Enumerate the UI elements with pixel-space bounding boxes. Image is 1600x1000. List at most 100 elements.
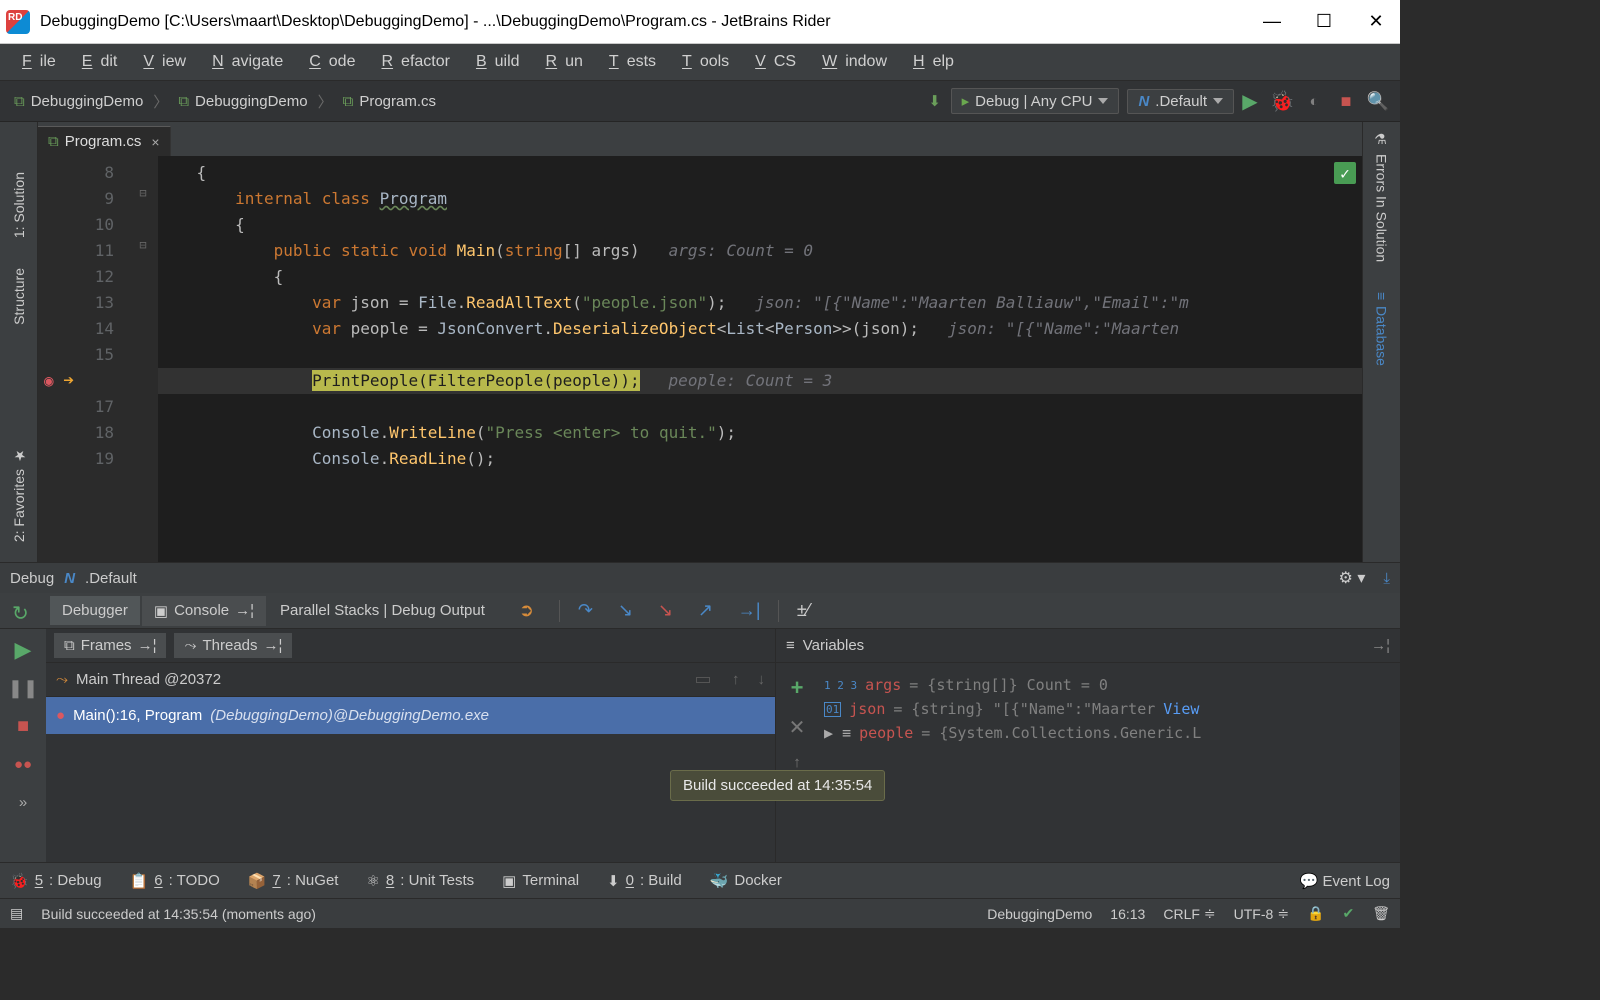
breadcrumb[interactable]: ⧉ DebuggingDemo [6, 93, 151, 110]
pause-button[interactable]: ❚❚ [12, 677, 34, 699]
run-target-combo[interactable]: N .Default [1127, 89, 1234, 114]
debug-config: .Default [85, 570, 137, 587]
menu-tests[interactable]: Tests [593, 49, 664, 75]
build-icon[interactable]: ⬇ [925, 91, 945, 111]
close-icon[interactable]: × [151, 134, 159, 150]
maximize-button[interactable]: ☐ [1314, 12, 1334, 32]
gear-icon[interactable]: ⚙ ▾ [1339, 568, 1366, 588]
tab-console[interactable]: ▣ Console →¦ [142, 596, 266, 626]
bottom-tool-0--build[interactable]: ⬇ 0: Build [607, 872, 682, 890]
rerun-icon[interactable]: ↻ [12, 601, 29, 626]
menu-bar: FileEditViewNavigateCodeRefactorBuildRun… [0, 44, 1400, 80]
minimize-button[interactable]: — [1262, 12, 1282, 32]
step-over-icon[interactable]: ↷ [578, 600, 600, 622]
window-title: DebuggingDemo [C:\Users\maart\Desktop\De… [40, 13, 1262, 31]
menu-build[interactable]: Build [460, 49, 528, 75]
menu-run[interactable]: Run [530, 49, 591, 75]
stop-button[interactable]: ■ [1336, 91, 1356, 111]
variables-title: Variables [803, 637, 864, 654]
nav-up-icon[interactable]: ↑ [732, 671, 740, 688]
status-lock-icon[interactable]: 🔒 [1307, 905, 1324, 922]
menu-tools[interactable]: Tools [666, 49, 737, 75]
event-log[interactable]: 💬 Event Log [1300, 872, 1390, 890]
inspection-ok-icon[interactable]: ✓ [1334, 162, 1356, 184]
more-button[interactable]: » [12, 791, 34, 813]
run-button[interactable]: ▶ [1240, 91, 1260, 111]
debug-button[interactable]: 🐞 [1272, 91, 1292, 111]
nav-down-icon[interactable]: ↓ [758, 671, 766, 688]
add-watch-icon[interactable]: + [791, 675, 804, 701]
variable-row[interactable]: 1 2 3 args = {string[]} Count = 0 [824, 673, 1394, 697]
tool-errors[interactable]: ⚗ Errors In Solution [1374, 132, 1390, 262]
force-step-into-icon[interactable]: ↘ [658, 600, 680, 622]
menu-navigate[interactable]: Navigate [196, 49, 291, 75]
bottom-tool-5--debug[interactable]: 🐞 5: Debug [10, 872, 102, 890]
status-ok-icon[interactable]: ✔ [1342, 905, 1354, 922]
step-into-icon[interactable]: ↘ [618, 600, 640, 622]
resume-button[interactable]: ▶ [12, 639, 34, 661]
step-out-icon[interactable]: ↗ [698, 600, 720, 622]
build-tooltip: Build succeeded at 14:35:54 [670, 770, 885, 801]
thread-label: Main Thread @20372 [76, 671, 221, 688]
build-config-combo[interactable]: ▸ Debug | Any CPU [951, 88, 1120, 114]
remove-watch-icon[interactable]: ✕ [789, 715, 806, 740]
tool-favorites[interactable]: 2: Favorites ★ [11, 447, 27, 542]
status-eol[interactable]: CRLF [1163, 906, 1200, 922]
tool-database[interactable]: ≡ Database [1374, 292, 1390, 366]
bottom-tool-bar: 🐞 5: Debug 📋 6: TODO 📦 7: NuGet ⚛ 8: Unit T… [0, 862, 1400, 898]
bottom-tool-8--unit-tests[interactable]: ⚛ 8: Unit Tests [366, 872, 474, 890]
show-exec-point-icon[interactable]: ➲ [519, 600, 541, 622]
status-encoding[interactable]: UTF-8 [1234, 906, 1274, 922]
tab-frames[interactable]: ⧉ Frames →¦ [54, 633, 166, 658]
menu-file[interactable]: File [6, 49, 64, 75]
build-config-label: Debug | Any CPU [975, 93, 1092, 110]
search-icon[interactable]: 🔍 [1368, 91, 1388, 111]
thread-selector[interactable]: ⤳ Main Thread @20372 ↑ ↓ [46, 663, 775, 697]
debug-tabs: ↻ Debugger ▣ Console →¦ Parallel Stacks … [0, 593, 1400, 629]
bottom-tool-6--todo[interactable]: 📋 6: TODO [130, 872, 220, 890]
chevron-down-icon[interactable] [696, 677, 710, 683]
tab-debugger[interactable]: Debugger [50, 596, 140, 625]
editor-tabs: ⧉ Program.cs × [38, 122, 1362, 156]
status-position[interactable]: 16:13 [1110, 906, 1145, 922]
menu-vcs[interactable]: VCS [739, 49, 804, 75]
main-area: 1: Solution Structure 2: Favorites ★ ⧉ P… [0, 122, 1400, 562]
coverage-button[interactable]: ◐ [1304, 91, 1324, 111]
debug-tool-window: Debug N .Default ⚙ ▾ ⤓ ↻ Debugger ▣ Cons… [0, 562, 1400, 862]
status-project[interactable]: DebuggingDemo [987, 906, 1092, 922]
bottom-tool-7--nuget[interactable]: 📦 7: NuGet [248, 872, 339, 890]
menu-help[interactable]: Help [897, 49, 962, 75]
download-icon[interactable]: ⤓ [1383, 570, 1390, 587]
tab-parallel-stacks[interactable]: Parallel Stacks | Debug Output [268, 596, 497, 625]
variable-row[interactable]: 01 json = {string} "[{"Name":"MaarterVie… [824, 697, 1394, 721]
breadcrumb[interactable]: ⧉ DebuggingDemo [170, 93, 315, 110]
evaluate-icon[interactable]: ±⁄ [797, 600, 819, 622]
bottom-tool-docker[interactable]: 🐳 Docker [710, 872, 782, 890]
variable-row[interactable]: ▶ ≡ people = {System.Collections.Generic… [824, 721, 1394, 745]
status-icon[interactable]: ▤ [10, 905, 23, 922]
menu-view[interactable]: View [127, 49, 194, 75]
status-trash-icon[interactable]: 🗑 [1372, 905, 1390, 922]
run-target-label: .Default [1155, 93, 1207, 110]
close-button[interactable]: ✕ [1366, 12, 1386, 32]
breadcrumb[interactable]: ⧉ Program.cs [335, 93, 444, 110]
bottom-tool-terminal[interactable]: ▣ Terminal [502, 872, 579, 890]
stop-button[interactable]: ■ [12, 715, 34, 737]
breakpoints-button[interactable]: ●● [12, 753, 34, 775]
tool-structure[interactable]: Structure [11, 268, 27, 325]
editor-area: ⧉ Program.cs × 89101112131415◉ ➔171819 ⊟… [38, 122, 1362, 562]
run-to-cursor-icon[interactable]: →| [738, 600, 760, 622]
pin-icon[interactable]: →¦ [1371, 637, 1390, 654]
menu-window[interactable]: Window [806, 49, 895, 75]
tool-solution[interactable]: 1: Solution [11, 172, 27, 238]
tab-program-cs[interactable]: ⧉ Program.cs × [38, 126, 171, 156]
frame-row-selected[interactable]: ● Main():16, Program (DebuggingDemo)@Deb… [46, 697, 775, 734]
menu-refactor[interactable]: Refactor [365, 49, 457, 75]
up-icon[interactable]: ↑ [793, 754, 801, 771]
status-bar: ▤ Build succeeded at 14:35:54 (moments a… [0, 898, 1400, 928]
debug-left-buttons: ▶ ❚❚ ■ ●● » [0, 629, 46, 862]
code-editor[interactable]: 89101112131415◉ ➔171819 ⊟⊟ { internal cl… [38, 156, 1362, 562]
tab-threads[interactable]: ⤳ Threads →¦ [174, 633, 292, 658]
menu-edit[interactable]: Edit [66, 49, 126, 75]
menu-code[interactable]: Code [293, 49, 363, 75]
